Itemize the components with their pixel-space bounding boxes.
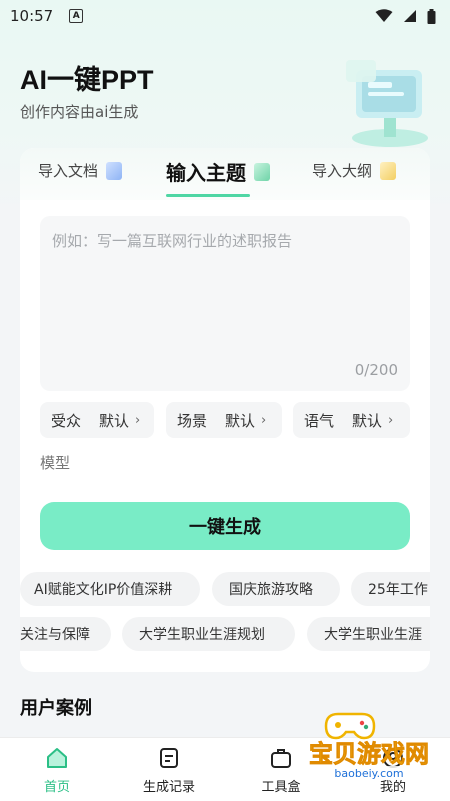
chevron-right-icon: ›: [135, 412, 141, 428]
status-bar: 10:57 A: [0, 0, 450, 32]
topic-input[interactable]: 例如：写一篇互联网行业的述职报告 0/200: [40, 216, 410, 391]
suggestion-chip[interactable]: 大学生职业生涯: [307, 617, 430, 651]
input-mode-tabs: 导入文档 输入主题 导入大纲: [20, 148, 430, 200]
nav-label: 生成记录: [142, 780, 195, 795]
tab-label: 导入大纲: [312, 162, 373, 180]
character-counter: 0/200: [354, 361, 398, 379]
suggestion-chip[interactable]: 大学生职业生涯规划: [122, 617, 295, 651]
watermark-logo: 宝贝游戏网 baobeiy.com: [309, 712, 429, 780]
watermark-text: 宝贝游戏网: [309, 740, 429, 768]
ppt-illustration-icon: [346, 60, 428, 147]
scene-select[interactable]: 场景 默认 ›: [166, 402, 282, 438]
tab-input-topic[interactable]: 输入主题: [166, 157, 270, 186]
signal-icon: [404, 10, 416, 22]
nav-label: 首页: [43, 780, 70, 795]
wifi-icon: [375, 9, 393, 22]
notification-icon: A: [69, 9, 84, 23]
chevron-right-icon: ›: [388, 412, 394, 428]
option-value: 默认: [99, 411, 130, 430]
topic-icon: [254, 162, 270, 181]
active-tab-indicator: [166, 194, 250, 197]
suggestion-chip[interactable]: 25年工作: [351, 572, 430, 606]
nav-home[interactable]: 首页: [17, 746, 97, 795]
audience-select[interactable]: 受众 默认 ›: [40, 402, 154, 438]
page-subtitle: 创作内容由ai生成: [20, 103, 139, 121]
tab-import-outline[interactable]: 导入大纲: [312, 160, 397, 181]
option-label: 场景: [177, 411, 208, 430]
generate-button[interactable]: 一键生成: [40, 502, 410, 550]
document-icon: [106, 161, 123, 180]
nav-records[interactable]: 生成记录: [129, 746, 209, 795]
suggestion-chip[interactable]: 关注与保障: [20, 617, 111, 651]
option-label: 语气: [304, 411, 335, 430]
option-label: 受众: [51, 411, 82, 430]
page-title: AI一键PPT: [20, 65, 154, 95]
battery-icon: [427, 8, 436, 24]
tab-label: 导入文档: [38, 162, 99, 180]
chevron-right-icon: ›: [261, 412, 267, 428]
topic-placeholder: 例如：写一篇互联网行业的述职报告: [52, 232, 293, 250]
model-label[interactable]: 模型: [40, 452, 70, 473]
document-icon: [160, 748, 178, 768]
tone-select[interactable]: 语气 默认 ›: [293, 402, 410, 438]
home-icon: [47, 748, 67, 768]
suggestion-chip[interactable]: 国庆旅游攻略: [212, 572, 340, 606]
watermark-url: baobeiy.com: [334, 767, 403, 780]
option-value: 默认: [225, 411, 256, 430]
option-value: 默认: [352, 411, 383, 430]
suggestion-chip[interactable]: AI赋能文化IP价值深耕: [20, 572, 200, 606]
tab-label: 输入主题: [166, 161, 246, 185]
toolbox-icon: [271, 749, 291, 768]
status-time: 10:57: [10, 7, 54, 25]
tab-import-document[interactable]: 导入文档: [38, 160, 123, 181]
create-card: 导入文档 输入主题 导入大纲 例如：写一篇互联网行业的述职报告 0/200 受众…: [20, 148, 430, 672]
folder-icon: [380, 161, 397, 180]
user-cases-title: 用户案例: [20, 698, 92, 719]
